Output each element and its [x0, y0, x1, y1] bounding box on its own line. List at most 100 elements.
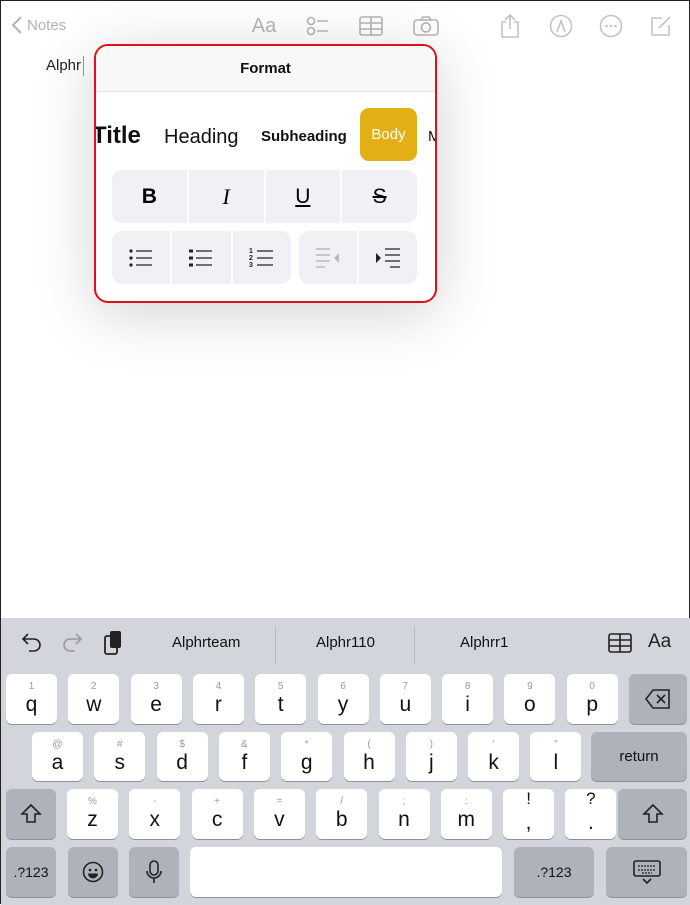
- key-25[interactable]: (h: [343, 732, 395, 781]
- key-43[interactable]: = v: [253, 789, 305, 839]
- key-label: z: [87, 808, 98, 831]
- key-secondary-label: @: [52, 738, 63, 750]
- key-21[interactable]: # s: [94, 732, 146, 781]
- dictation-key[interactable]: [129, 847, 179, 897]
- key-label: q: [25, 693, 38, 716]
- key-40[interactable]: % z: [67, 789, 118, 839]
- back-button[interactable]: Notes: [11, 15, 66, 35]
- key-secondary-label: ): [429, 738, 433, 750]
- key-42[interactable]: + c: [191, 789, 243, 839]
- key-26[interactable]: ) j: [405, 732, 457, 781]
- dashed-list-icon: [129, 248, 153, 267]
- indent-button[interactable]: [359, 231, 417, 284]
- emoji-key[interactable]: [68, 847, 118, 897]
- key-label: k: [488, 750, 499, 774]
- numbered-list-button[interactable]: 123: [233, 231, 291, 284]
- shift-icon: [20, 803, 42, 823]
- checklist-icon[interactable]: [305, 13, 331, 39]
- style-subheading[interactable]: Subheading: [261, 128, 347, 145]
- key-label: c: [211, 808, 223, 831]
- key-9[interactable]: 0p: [566, 674, 618, 724]
- key-label: g: [300, 750, 313, 774]
- bulleted-list-icon: [189, 249, 213, 266]
- key-6[interactable]: 7u: [379, 674, 431, 724]
- key-22[interactable]: $ d: [156, 732, 208, 781]
- key-48[interactable]: ?.: [565, 789, 617, 839]
- key-23[interactable]: & f: [218, 732, 270, 781]
- strikethrough-button[interactable]: S: [342, 170, 417, 223]
- key-secondary-label: 6: [340, 681, 346, 692]
- key-8[interactable]: 9o: [504, 674, 556, 724]
- key-24[interactable]: * g: [281, 732, 333, 781]
- redo-button[interactable]: [61, 632, 83, 657]
- key-secondary-label: $: [179, 738, 185, 750]
- note-body[interactable]: Alphr: [46, 56, 85, 76]
- key-secondary-label: /: [340, 796, 344, 807]
- key-1[interactable]: 2w: [68, 674, 120, 724]
- key-label: w: [86, 693, 102, 716]
- key-label: a: [51, 750, 64, 774]
- space-key[interactable]: [190, 847, 502, 897]
- key-secondary-label: =: [276, 796, 283, 807]
- shift-key-right[interactable]: [618, 789, 687, 839]
- svg-text:3: 3: [249, 262, 253, 269]
- dismiss-keyboard-key[interactable]: [606, 847, 687, 897]
- camera-icon[interactable]: [413, 13, 439, 39]
- key-47[interactable]: !,: [503, 789, 555, 839]
- key-7[interactable]: 8i: [442, 674, 494, 724]
- key-5[interactable]: 6y: [317, 674, 369, 724]
- style-monospaced[interactable]: M: [428, 128, 435, 145]
- style-title[interactable]: Title: [96, 122, 141, 150]
- key-secondary-label: 3: [153, 681, 159, 692]
- style-heading[interactable]: Heading: [164, 126, 239, 149]
- return-key[interactable]: return: [591, 732, 687, 781]
- key-label: p: [586, 693, 599, 716]
- key-20[interactable]: @ a: [32, 732, 83, 781]
- share-icon[interactable]: [497, 13, 523, 39]
- format-button[interactable]: Aa: [648, 631, 671, 653]
- compose-icon[interactable]: [648, 13, 674, 39]
- indent-group: [299, 231, 417, 284]
- paste-icon: [104, 631, 121, 655]
- dashed-list-button[interactable]: [112, 231, 173, 284]
- suggestion-3[interactable]: Alphrr1: [460, 634, 508, 651]
- delete-key[interactable]: [629, 674, 687, 724]
- bold-button[interactable]: B: [112, 170, 189, 223]
- key-secondary-label: :: [464, 796, 468, 807]
- key-44[interactable]: / b: [316, 789, 368, 839]
- suggestion-2[interactable]: Alphr110: [316, 634, 375, 651]
- text-style-group: B I U S: [112, 170, 417, 223]
- suggestion-1[interactable]: Alphrteam: [172, 634, 240, 651]
- key-3[interactable]: 4r: [192, 674, 244, 724]
- text-format-icon[interactable]: Aa: [251, 13, 277, 39]
- key-secondary-label: 9: [527, 681, 533, 692]
- outdent-button[interactable]: [299, 231, 359, 284]
- key-27[interactable]: ' k: [468, 732, 520, 781]
- undo-button[interactable]: [21, 632, 43, 657]
- markup-icon[interactable]: [548, 13, 574, 39]
- key-secondary-label: 4: [215, 681, 222, 692]
- italic-button[interactable]: I: [189, 170, 266, 223]
- key-label: h: [363, 750, 375, 774]
- underline-label: U: [295, 184, 311, 208]
- style-body[interactable]: Body: [360, 108, 417, 161]
- numbers-key-right[interactable]: .?123: [514, 847, 594, 897]
- key-4[interactable]: 5t: [255, 674, 307, 724]
- table-icon[interactable]: [358, 13, 384, 39]
- more-icon[interactable]: [598, 13, 624, 39]
- key-0[interactable]: 1q: [6, 674, 57, 724]
- table-button[interactable]: [608, 633, 632, 658]
- key-46[interactable]: :m: [440, 789, 492, 839]
- key-2[interactable]: 3e: [130, 674, 182, 724]
- paste-button[interactable]: [103, 630, 123, 661]
- key-41[interactable]: -x: [129, 789, 181, 839]
- key-label: s: [114, 750, 126, 774]
- shift-key-left[interactable]: [6, 789, 56, 839]
- key-28[interactable]: " l: [530, 732, 582, 781]
- underline-button[interactable]: U: [266, 170, 343, 223]
- numbers-key-left[interactable]: .?123: [6, 847, 56, 897]
- bulleted-list-button[interactable]: [172, 231, 233, 284]
- key-45[interactable]: ; n: [378, 789, 430, 839]
- key-label: o: [524, 693, 536, 716]
- redo-icon: [63, 633, 83, 652]
